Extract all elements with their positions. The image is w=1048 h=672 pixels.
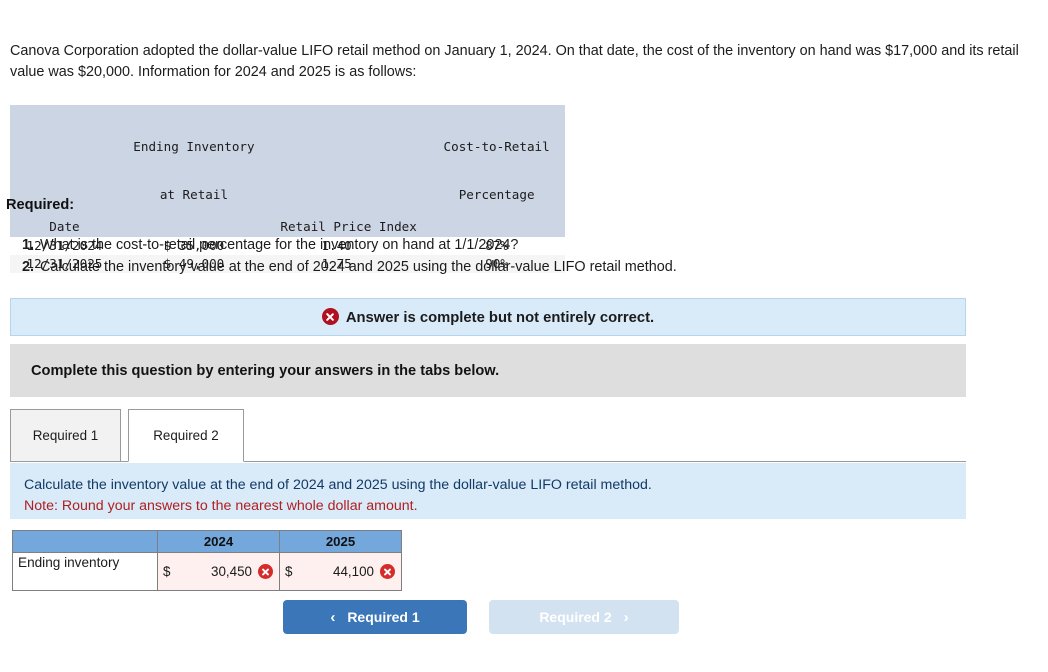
answer-status-text-wrap: Answer is complete but not entirely corr… — [321, 308, 655, 326]
answer-status-banner: Answer is complete but not entirely corr… — [10, 298, 966, 336]
list-item-number: 1. — [22, 237, 35, 253]
currency-symbol: $ — [163, 564, 171, 579]
given-header-ending-inventory-line2: at Retail — [159, 187, 229, 202]
incorrect-x-icon — [380, 564, 395, 579]
list-item-text: Calculate the inventory value at the end… — [40, 259, 677, 275]
answer-value-2025: 44,100 — [333, 564, 374, 579]
tab-required-1-label: Required 1 — [32, 428, 99, 443]
list-item-number: 2. — [22, 259, 35, 275]
answer-header-2024: 2024 — [157, 530, 280, 553]
answer-row-label: Ending inventory — [12, 552, 158, 591]
given-header-ending-inventory-line1: Ending Inventory — [133, 139, 255, 154]
required-heading: Required: — [6, 197, 75, 213]
question-panel: Calculate the inventory value at the end… — [10, 463, 966, 519]
given-header-ending-inventory: Ending Inventory at Retail — [118, 105, 269, 237]
question-panel-instruction: Calculate the inventory value at the end… — [24, 477, 652, 493]
prev-button-label: Required 1 — [347, 609, 420, 625]
prev-required-1-button[interactable]: ‹ Required 1 — [283, 600, 467, 634]
table-row: Ending inventory $ 30,450 $ 44,100 — [12, 552, 402, 591]
question-panel-note: Note: Round your answers to the nearest … — [24, 498, 418, 514]
instruction-strip-text: Complete this question by entering your … — [31, 362, 500, 379]
problem-statement: Canova Corporation adopted the dollar-va… — [10, 43, 1019, 80]
answer-cell-2024[interactable]: $ 30,450 — [157, 552, 280, 591]
tab-bar: Required 1 Required 2 — [10, 408, 966, 462]
list-item: 1. What is the cost-to-retail percentage … — [22, 234, 982, 256]
chevron-left-icon: ‹ — [330, 608, 336, 626]
tab-required-2[interactable]: Required 2 — [128, 409, 244, 462]
answer-value-2024: 30,450 — [211, 564, 252, 579]
tab-required-1[interactable]: Required 1 — [10, 409, 121, 462]
given-header-retail-price-index: Retail Price Index — [268, 105, 429, 237]
answer-table-header-row: 2024 2025 — [12, 530, 402, 553]
answer-cell-2024-content: $ 30,450 — [163, 564, 273, 579]
given-header-cost-to-retail: Cost-to-Retail Percentage — [428, 105, 565, 237]
required-list: 1. What is the cost-to-retail percentage … — [22, 234, 982, 278]
incorrect-x-icon — [258, 564, 273, 579]
instruction-strip: Complete this question by entering your … — [10, 344, 966, 397]
answer-header-blank — [12, 530, 158, 553]
list-item-text: What is the cost-to-retail percentage fo… — [40, 237, 519, 253]
chevron-right-icon: › — [623, 608, 629, 626]
next-button-label: Required 2 — [539, 609, 612, 625]
given-table-header-row: Date Ending Inventory at Retail Retail P… — [10, 105, 565, 237]
currency-symbol: $ — [285, 564, 293, 579]
given-header-cost-to-retail-line1: Cost-to-Retail — [443, 139, 550, 154]
error-x-icon — [321, 308, 339, 325]
answer-header-2025: 2025 — [279, 530, 402, 553]
list-item: 2. Calculate the inventory value at the e… — [22, 256, 982, 278]
answer-status-message: Answer is complete but not entirely corr… — [345, 310, 655, 326]
answer-cell-2025[interactable]: $ 44,100 — [279, 552, 402, 591]
answer-cell-2025-content: $ 44,100 — [285, 564, 395, 579]
given-header-date: Date — [10, 105, 119, 237]
tab-required-2-label: Required 2 — [153, 428, 219, 443]
answer-table: 2024 2025 Ending inventory $ 30,450 $ 44… — [12, 530, 402, 591]
next-required-2-button[interactable]: Required 2 › — [489, 600, 679, 634]
given-header-cost-to-retail-line2: Percentage — [458, 187, 535, 202]
